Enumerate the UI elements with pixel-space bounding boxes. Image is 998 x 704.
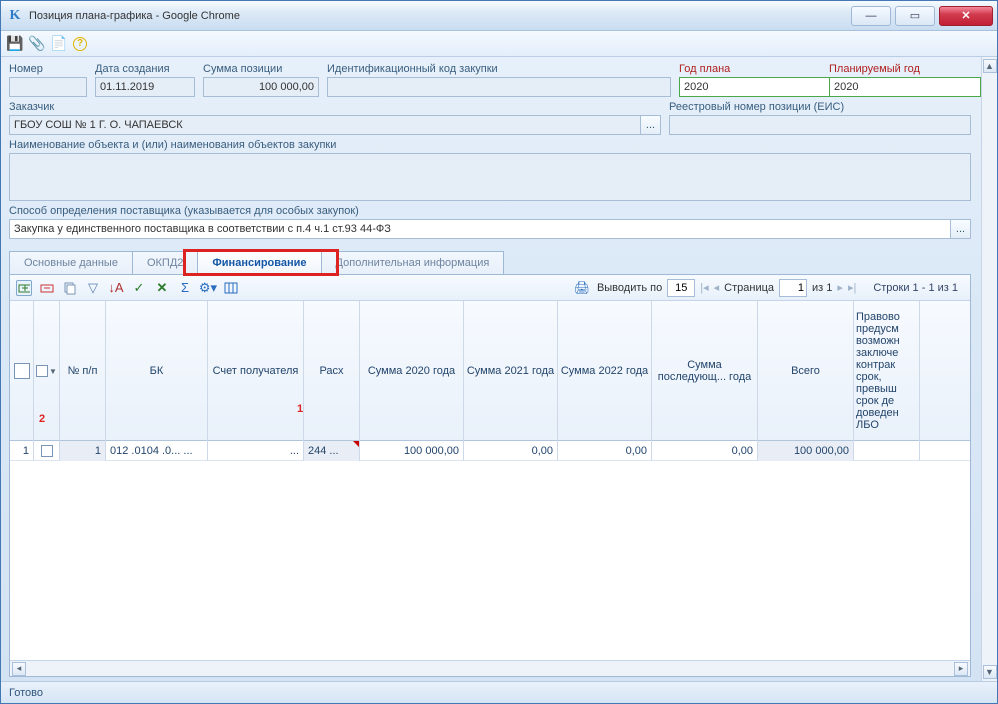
sort-desc-icon[interactable]: ↓A bbox=[108, 280, 124, 296]
next-page-icon[interactable]: ▸ bbox=[837, 281, 843, 294]
add-row-icon[interactable] bbox=[16, 280, 32, 296]
last-page-icon[interactable]: ▸| bbox=[848, 281, 856, 294]
col-header-bk[interactable]: БК bbox=[106, 301, 208, 441]
maximize-button[interactable]: ▭ bbox=[895, 6, 935, 26]
status-text: Готово bbox=[9, 687, 43, 699]
row-checkbox[interactable] bbox=[41, 445, 53, 457]
select-all-checkbox[interactable] bbox=[36, 365, 48, 377]
remove-row-icon[interactable] bbox=[39, 280, 55, 296]
cell-rash[interactable]: 244 ... bbox=[304, 441, 360, 461]
sort-asc-icon[interactable]: ✓ bbox=[131, 280, 147, 296]
planned-year-field[interactable] bbox=[829, 77, 981, 97]
registry-label: Реестровый номер позиции (ЕИС) bbox=[669, 101, 971, 113]
sum-field bbox=[203, 77, 319, 97]
customer-field bbox=[9, 115, 641, 135]
window-title: Позиция плана-графика - Google Chrome bbox=[29, 10, 240, 22]
method-field[interactable] bbox=[9, 219, 951, 239]
object-label: Наименование объекта и (или) наименовани… bbox=[9, 139, 971, 151]
grid-selector-icon[interactable] bbox=[14, 363, 30, 379]
page-of-label: из 1 bbox=[812, 282, 832, 294]
attach-icon[interactable]: 📎 bbox=[29, 36, 45, 52]
planned-year-label: Планируемый год bbox=[829, 63, 971, 75]
scroll-right-icon[interactable]: ▸ bbox=[954, 662, 968, 676]
help-icon[interactable]: ? bbox=[73, 37, 87, 51]
copy-icon[interactable] bbox=[62, 280, 78, 296]
output-by-label: Выводить по bbox=[597, 282, 662, 294]
minimize-button[interactable]: — bbox=[851, 6, 891, 26]
page-label: Страница bbox=[724, 282, 774, 294]
settings-icon[interactable]: ⚙▾ bbox=[200, 280, 216, 296]
excel-icon[interactable]: ✕ bbox=[154, 280, 170, 296]
col-header-account[interactable]: Счет получателя bbox=[208, 301, 304, 441]
vertical-scrollbar[interactable]: ▲ ▼ bbox=[981, 57, 997, 681]
print-icon[interactable]: 🖨 bbox=[574, 280, 590, 296]
horizontal-scrollbar[interactable]: ◂ ▸ bbox=[10, 660, 970, 676]
method-label: Способ определения поставщика (указывает… bbox=[9, 205, 971, 217]
col-header-sum2021[interactable]: Сумма 2021 года bbox=[464, 301, 558, 441]
cell-account[interactable]: ... bbox=[208, 441, 304, 461]
cell-bk[interactable]: 012 .0104 .0... ... bbox=[106, 441, 208, 461]
save-icon[interactable]: 💾 bbox=[7, 36, 23, 52]
cell-s2022[interactable]: 0,00 bbox=[558, 441, 652, 461]
create-date-label: Дата создания bbox=[95, 63, 195, 75]
scroll-left-icon[interactable]: ◂ bbox=[12, 662, 26, 676]
col-header-sum2022[interactable]: Сумма 2022 года bbox=[558, 301, 652, 441]
cell-legal[interactable] bbox=[854, 441, 920, 461]
cell-snext[interactable]: 0,00 bbox=[652, 441, 758, 461]
scroll-down-icon[interactable]: ▼ bbox=[983, 665, 997, 679]
col-header-legal[interactable]: Правово предусм возможн заключе контрак … bbox=[854, 301, 920, 441]
col-header-sum2020[interactable]: Сумма 2020 года bbox=[360, 301, 464, 441]
number-label: Номер bbox=[9, 63, 87, 75]
annotation-mark-2: 2 bbox=[39, 413, 45, 425]
col-header-sumnext[interactable]: Сумма последующ... года bbox=[652, 301, 758, 441]
row-index-cell: 1 bbox=[10, 441, 34, 461]
first-page-icon[interactable]: |◂ bbox=[700, 281, 708, 294]
annotation-mark-1: 1 bbox=[297, 403, 303, 415]
lookup-button[interactable]: ... bbox=[951, 219, 971, 239]
page-input[interactable] bbox=[779, 279, 807, 297]
cell-s2020[interactable]: 100 000,00 bbox=[360, 441, 464, 461]
cell-s2021[interactable]: 0,00 bbox=[464, 441, 558, 461]
registry-field bbox=[669, 115, 971, 135]
sigma-icon[interactable]: Σ bbox=[177, 280, 193, 296]
tab-main-data[interactable]: Основные данные bbox=[9, 251, 133, 275]
col-header-rash[interactable]: Расх bbox=[304, 301, 360, 441]
columns-icon[interactable] bbox=[223, 280, 239, 296]
ident-field bbox=[327, 77, 671, 97]
log-icon[interactable]: 📄 bbox=[51, 36, 67, 52]
cell-npp[interactable]: 1 bbox=[60, 441, 106, 461]
create-date-field bbox=[95, 77, 195, 97]
plan-year-field[interactable] bbox=[679, 77, 831, 97]
plan-year-label: Год плана bbox=[679, 63, 821, 75]
filter-icon[interactable]: ▽ bbox=[85, 280, 101, 296]
col-header-npp[interactable]: № п/п bbox=[60, 301, 106, 441]
prev-page-icon[interactable]: ◂ bbox=[714, 281, 720, 294]
rows-info: Строки 1 - 1 из 1 bbox=[873, 282, 958, 294]
number-field bbox=[9, 77, 87, 97]
object-field bbox=[9, 153, 971, 201]
tab-okpd2[interactable]: ОКПД2 bbox=[132, 251, 198, 275]
tab-additional[interactable]: Дополнительная информация bbox=[321, 251, 505, 275]
close-button[interactable]: ✕ bbox=[939, 6, 993, 26]
scroll-up-icon[interactable]: ▲ bbox=[983, 59, 997, 73]
ident-label: Идентификационный код закупки bbox=[327, 63, 671, 75]
sum-label: Сумма позиции bbox=[203, 63, 319, 75]
app-icon: K bbox=[7, 8, 23, 24]
tab-financing[interactable]: Финансирование bbox=[197, 251, 321, 275]
page-size-input[interactable] bbox=[667, 279, 695, 297]
col-header-total[interactable]: Всего bbox=[758, 301, 854, 441]
customer-label: Заказчик bbox=[9, 101, 661, 113]
cell-total[interactable]: 100 000,00 bbox=[758, 441, 854, 461]
lookup-button[interactable]: ... bbox=[641, 115, 661, 135]
